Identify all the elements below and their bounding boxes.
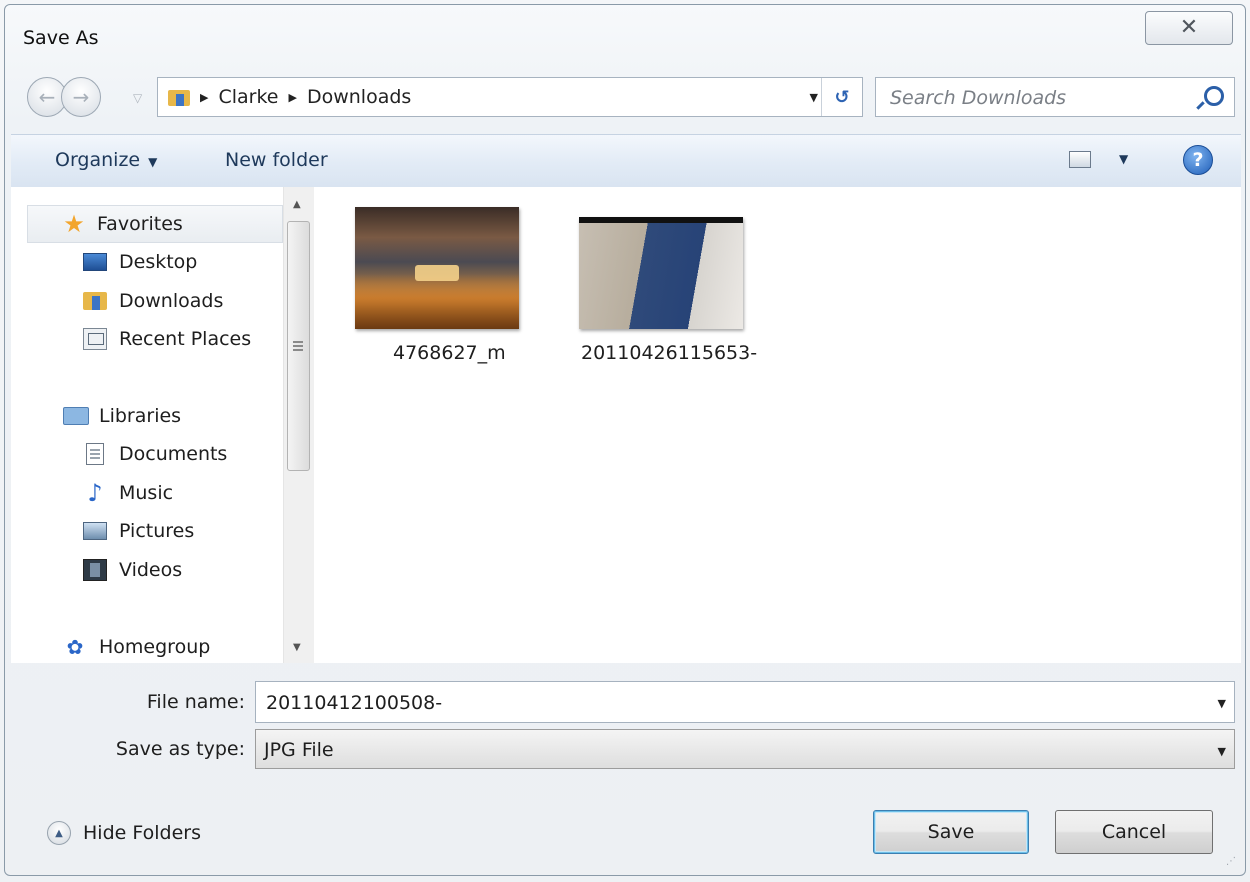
close-icon: ✕ [1179, 15, 1199, 40]
scroll-down-icon[interactable]: ▼ [293, 642, 301, 653]
close-button[interactable]: ✕ [1145, 11, 1233, 45]
file-name-field[interactable]: 20110412100508- ▼ [255, 681, 1235, 723]
change-view-icon[interactable] [1069, 151, 1091, 168]
scrollbar-thumb[interactable] [287, 221, 310, 471]
save-as-type-label: Save as type: [115, 738, 245, 760]
sidebar-item-label: Downloads [119, 290, 224, 312]
file-item[interactable]: 20110426115653- [579, 217, 757, 367]
breadcrumb-downloads[interactable]: Downloads [307, 86, 411, 108]
sidebar-item-recent-places[interactable]: Recent Places [83, 320, 251, 358]
organize-label: Organize [55, 149, 141, 171]
address-bar[interactable]: ▶ Clarke ▶ Downloads ▼ ↺ [157, 77, 863, 117]
back-arrow-icon: ← [38, 85, 56, 109]
homegroup-icon: ✿ [66, 635, 84, 659]
organize-dropdown-icon: ▼ [148, 155, 158, 169]
view-options-dropdown-icon[interactable]: ▼ [1119, 152, 1128, 166]
breadcrumb-clarke[interactable]: Clarke [218, 86, 278, 108]
sidebar-item-label: Videos [119, 559, 183, 581]
save-as-type-select[interactable]: JPG File ▼ [255, 729, 1235, 769]
star-icon: ★ [63, 210, 85, 238]
downloads-folder-icon [83, 290, 107, 312]
save-as-type-value: JPG File [264, 739, 334, 761]
sidebar-item-music[interactable]: ♪ Music [83, 474, 173, 512]
search-placeholder: Search Downloads [890, 87, 1067, 109]
sidebar-item-label: Pictures [119, 520, 195, 542]
sidebar-item-label: Favorites [97, 213, 183, 235]
folder-icon [168, 86, 190, 108]
navigation-buttons: ← → ▽ [27, 77, 157, 119]
organize-button[interactable]: Organize ▼ [55, 149, 157, 171]
forward-arrow-icon: → [72, 85, 90, 109]
help-icon[interactable]: ? [1183, 145, 1213, 175]
file-name-label: File name: [146, 691, 245, 713]
save-as-dialog: Save As ✕ ← → ▽ ▶ Clarke ▶ Downloads ▼ ↺… [4, 4, 1246, 876]
cancel-button[interactable]: Cancel [1055, 810, 1213, 854]
recent-places-icon [83, 328, 107, 350]
sidebar-item-libraries[interactable]: Libraries [63, 397, 181, 435]
sidebar-item-documents[interactable]: Documents [83, 435, 227, 473]
window-title: Save As [23, 27, 99, 49]
sidebar-item-downloads[interactable]: Downloads [83, 282, 223, 320]
file-name-dropdown-icon[interactable]: ▼ [1218, 697, 1226, 710]
videos-film-icon [83, 559, 107, 581]
sidebar-item-label: Recent Places [119, 328, 252, 350]
sidebar-item-desktop[interactable]: Desktop [83, 243, 197, 281]
sidebar-item-label: Libraries [99, 405, 182, 427]
new-folder-button[interactable]: New folder [225, 149, 328, 171]
sidebar-item-label: Homegroup [99, 636, 211, 658]
command-toolbar: Organize ▼ New folder ▼ ? [11, 134, 1241, 188]
pictures-icon [83, 522, 107, 540]
scrollbar-grip-icon [293, 341, 303, 343]
address-dropdown-icon[interactable]: ▼ [810, 91, 818, 104]
documents-icon [86, 443, 104, 465]
sidebar-item-label: Documents [119, 443, 228, 465]
file-list: 4768627_m 20110426115653- [314, 187, 1241, 663]
file-thumbnail [355, 207, 519, 329]
hide-folders-label: Hide Folders [83, 822, 201, 844]
save-button[interactable]: Save [873, 810, 1029, 854]
music-note-icon: ♪ [87, 479, 103, 507]
libraries-icon [63, 405, 89, 427]
sidebar-item-label: Music [119, 482, 174, 504]
hide-folders-button[interactable]: ▲ Hide Folders [47, 821, 201, 845]
navigation-scrollbar[interactable]: ▲ ▼ [283, 187, 314, 663]
search-icon[interactable] [1204, 86, 1224, 106]
desktop-icon [83, 253, 107, 271]
recent-locations-dropdown[interactable]: ▽ [133, 91, 142, 105]
file-name: 4768627_m [393, 342, 506, 364]
file-thumbnail [579, 217, 743, 329]
scroll-up-icon[interactable]: ▲ [293, 199, 301, 210]
breadcrumb-separator-icon[interactable]: ▶ [288, 91, 296, 104]
file-item[interactable]: 4768627_m [355, 207, 525, 367]
file-name: 20110426115653- [581, 342, 758, 364]
forward-button[interactable]: → [61, 77, 101, 117]
navigation-pane: ★ Favorites Desktop Downloads Recent Pla… [11, 187, 284, 663]
sidebar-item-pictures[interactable]: Pictures [83, 512, 194, 550]
sidebar-item-homegroup[interactable]: ✿ Homegroup [63, 628, 211, 666]
sidebar-item-videos[interactable]: Videos [83, 551, 182, 589]
refresh-button[interactable]: ↺ [821, 78, 862, 116]
breadcrumb-separator-icon[interactable]: ▶ [200, 91, 208, 104]
search-box[interactable]: Search Downloads [875, 77, 1235, 117]
file-name-value: 20110412100508- [266, 692, 443, 714]
sidebar-item-label: Desktop [119, 251, 198, 273]
collapse-up-icon: ▲ [47, 821, 71, 845]
resize-grip-icon[interactable]: ⋰ [1226, 856, 1236, 867]
refresh-icon: ↺ [834, 86, 850, 108]
save-as-type-dropdown-icon: ▼ [1217, 745, 1226, 758]
sidebar-item-favorites[interactable]: ★ Favorites [61, 205, 183, 243]
